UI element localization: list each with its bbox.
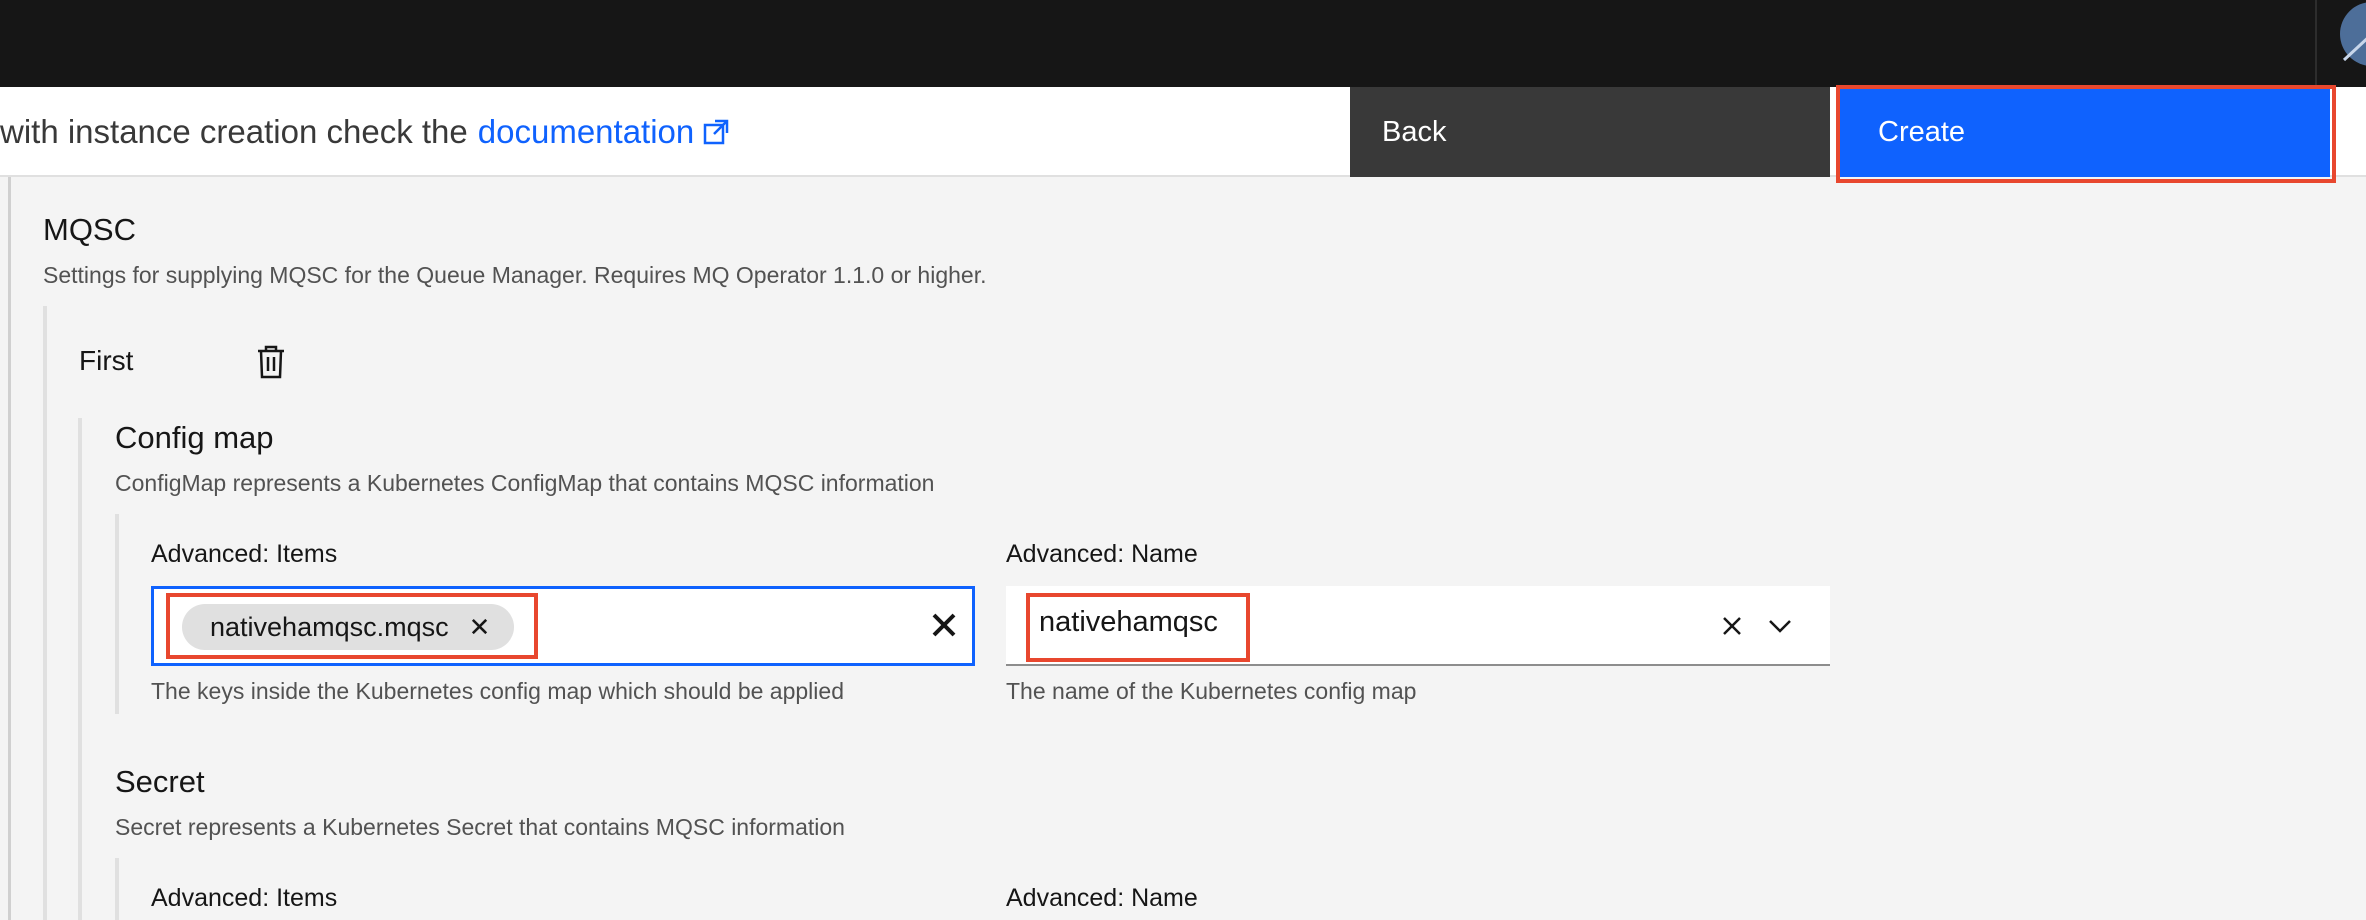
config-map-fields-rule — [115, 514, 119, 714]
config-name-value: nativehamqsc — [1039, 606, 1218, 638]
mqsc-title: MQSC — [43, 212, 136, 247]
config-name-helper: The name of the Kubernetes config map — [1006, 678, 1417, 704]
back-button[interactable]: Back — [1350, 87, 1830, 177]
secret-name-label: Advanced: Name — [1006, 884, 1198, 912]
notice-text: with instance creation check the documen… — [0, 87, 730, 177]
config-name-combobox[interactable]: nativehamqsc — [1006, 586, 1830, 666]
mqsc-description: Settings for supplying MQSC for the Queu… — [43, 262, 987, 288]
create-button[interactable]: Create — [1836, 87, 2330, 177]
documentation-link[interactable]: documentation — [478, 113, 730, 151]
config-map-description: ConfigMap represents a Kubernetes Config… — [115, 470, 935, 496]
action-bar: with instance creation check the documen… — [0, 87, 2366, 177]
config-name-label: Advanced: Name — [1006, 540, 1198, 568]
close-icon[interactable] — [924, 605, 964, 645]
create-button-label: Create — [1878, 115, 1966, 148]
secret-title: Secret — [115, 764, 205, 799]
notice-message: with instance creation check the — [0, 113, 468, 150]
divider — [2315, 0, 2317, 87]
config-map-title: Config map — [115, 420, 274, 455]
mqsc-entry-label: First — [79, 345, 134, 376]
top-navigation-bar — [0, 0, 2366, 87]
section-rule — [8, 177, 11, 920]
secret-description: Secret represents a Kubernetes Secret th… — [115, 814, 845, 840]
external-link-icon — [704, 119, 729, 145]
secret-items-label: Advanced: Items — [151, 884, 338, 912]
config-group-rule — [78, 418, 82, 920]
items-tag: nativehamqsc.mqsc ✕ — [182, 604, 515, 650]
tag-remove-icon[interactable]: ✕ — [469, 612, 491, 643]
config-items-input[interactable]: nativehamqsc.mqsc ✕ — [151, 586, 975, 666]
items-tag-label: nativehamqsc.mqsc — [210, 611, 449, 642]
secret-fields-rule — [115, 858, 119, 920]
config-items-helper: The keys inside the Kubernetes config ma… — [151, 678, 844, 704]
config-items-label: Advanced: Items — [151, 540, 338, 568]
avatar[interactable] — [2330, 0, 2366, 70]
back-button-label: Back — [1382, 115, 1447, 148]
trash-icon[interactable] — [255, 345, 287, 379]
clear-icon[interactable] — [1712, 606, 1752, 646]
documentation-link-label: documentation — [477, 113, 695, 150]
chevron-down-icon[interactable] — [1760, 606, 1800, 646]
mqsc-entry-rule — [43, 306, 47, 920]
